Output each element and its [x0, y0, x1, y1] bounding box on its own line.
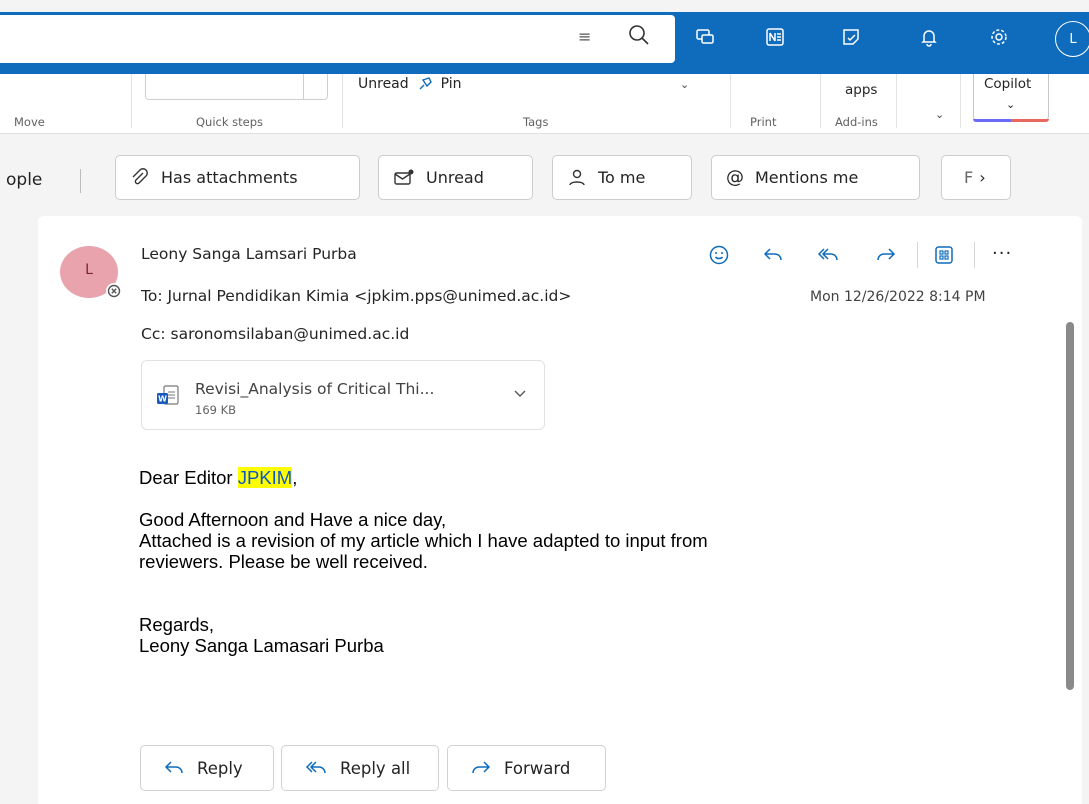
message-body: Dear Editor JPKIM, Good Afternoon and Ha… [139, 467, 708, 656]
chevron-down-icon: ⌄ [1006, 98, 1016, 111]
filter-bar: ople Has attachments Unread To me @ Ment… [0, 134, 1089, 218]
word-file-icon: W [157, 385, 179, 405]
ribbon-divider [820, 74, 821, 128]
left-strip [0, 216, 38, 804]
ribbon-group-quick-steps: Quick steps [196, 115, 264, 129]
ribbon-expand-chevron-icon[interactable]: ⌄ [935, 108, 944, 121]
ribbon-divider [960, 74, 961, 128]
copilot-label: Copilot [984, 76, 1032, 92]
filter-mentions-me[interactable]: @ Mentions me [711, 155, 920, 200]
at-icon: @ [726, 167, 744, 188]
ribbon-divider [342, 74, 343, 128]
filter-to-me[interactable]: To me [552, 155, 692, 200]
action-divider [974, 242, 975, 268]
chevron-right-icon: › [979, 168, 986, 187]
ribbon-divider [131, 74, 132, 128]
ribbon: Move Quick steps Unread Pin ⌄ Tags Print… [0, 74, 1089, 134]
forward-button[interactable]: Forward [447, 745, 606, 791]
filter-label: F [964, 168, 974, 187]
pin-button[interactable]: Pin [417, 76, 462, 92]
signature-line: Leony Sanga Lamasari Purba [139, 635, 384, 656]
svg-text:W: W [158, 395, 167, 404]
reply-all-icon[interactable] [813, 240, 843, 270]
chevron-down-icon[interactable]: ⌄ [680, 78, 689, 91]
highlighted-term: JPKIM [237, 467, 293, 488]
copilot-button[interactable]: Copilot ⌄ [973, 74, 1049, 122]
reply-label: Reply [197, 758, 243, 778]
search-icon[interactable] [627, 23, 651, 47]
bell-icon[interactable] [914, 22, 944, 52]
attachment-card[interactable]: W Revisi_Analysis of Critical Thi... 169… [141, 360, 545, 430]
reply-all-label: Reply all [340, 758, 411, 778]
ribbon-group-tags: Tags [523, 115, 549, 129]
filter-label: Has attachments [161, 168, 298, 187]
attachment-name: Revisi_Analysis of Critical Thi... [195, 380, 435, 398]
reply-icon [164, 761, 183, 774]
body-line: Good Afternoon and Have a nice day, [139, 509, 447, 530]
cc-recipients[interactable]: Cc: saronomsilaban@unimed.ac.id [141, 325, 409, 343]
emoji-reaction-icon[interactable] [704, 240, 734, 270]
attachment-size: 169 KB [195, 403, 237, 417]
filter-has-attachments[interactable]: Has attachments [115, 155, 360, 200]
person-icon [569, 169, 585, 185]
reply-icon[interactable] [758, 240, 788, 270]
reply-button[interactable]: Reply [140, 745, 274, 791]
apps-grid-icon[interactable] [929, 240, 959, 270]
gear-icon[interactable] [984, 22, 1014, 52]
forward-icon [472, 761, 491, 774]
more-actions-icon[interactable]: ··· [992, 243, 1012, 264]
search-box[interactable]: ≡ [0, 15, 675, 63]
unread-button[interactable]: Unread [358, 76, 409, 92]
paperclip-icon [132, 167, 148, 184]
body-line: Attached is a revision of my article whi… [139, 530, 708, 551]
filter-label: Unread [426, 168, 484, 187]
mail-unread-icon [394, 169, 414, 185]
reply-all-button[interactable]: Reply all [281, 745, 439, 791]
chat-icon[interactable] [690, 22, 720, 52]
filter-label: To me [598, 168, 646, 187]
message-date: Mon 12/26/2022 8:14 PM [810, 289, 986, 305]
filter-unread[interactable]: Unread [378, 155, 533, 200]
regards-line: Regards, [139, 614, 215, 635]
people-filter-partial[interactable]: ople [6, 170, 42, 190]
tags-buttons: Unread Pin [358, 76, 462, 92]
ribbon-group-addins: Add-ins [835, 115, 878, 129]
user-avatar[interactable]: L [1055, 21, 1089, 57]
forward-label: Forward [504, 758, 571, 778]
forward-icon[interactable] [871, 240, 901, 270]
sender-name[interactable]: Leony Sanga Lamsari Purba [141, 245, 357, 263]
action-divider [917, 242, 918, 268]
tasks-icon[interactable] [836, 22, 866, 52]
body-line: reviewers. Please be well received. [139, 551, 428, 572]
scrollbar[interactable] [1066, 322, 1074, 690]
apps-button[interactable]: apps [845, 82, 877, 98]
presence-blocked-icon [106, 283, 122, 299]
ribbon-divider [730, 74, 731, 128]
filter-divider [80, 169, 81, 193]
ribbon-divider [896, 74, 897, 128]
quick-steps-box[interactable] [145, 74, 328, 100]
pin-label: Pin [440, 76, 462, 92]
filter-label: Mentions me [755, 168, 859, 187]
onenote-icon[interactable] [760, 22, 790, 52]
to-recipients[interactable]: To: Jurnal Pendidikan Kimia <jpkim.pps@u… [141, 287, 571, 305]
ribbon-group-move: Move [14, 115, 45, 129]
filter-more[interactable]: F › [941, 155, 1011, 200]
ribbon-group-print: Print [750, 115, 777, 129]
reply-all-icon [305, 761, 326, 774]
chevron-down-icon[interactable] [512, 385, 528, 401]
filter-icon[interactable]: ≡ [578, 27, 591, 46]
pin-icon [419, 77, 432, 90]
greeting-line: Dear Editor JPKIM, [139, 467, 298, 488]
